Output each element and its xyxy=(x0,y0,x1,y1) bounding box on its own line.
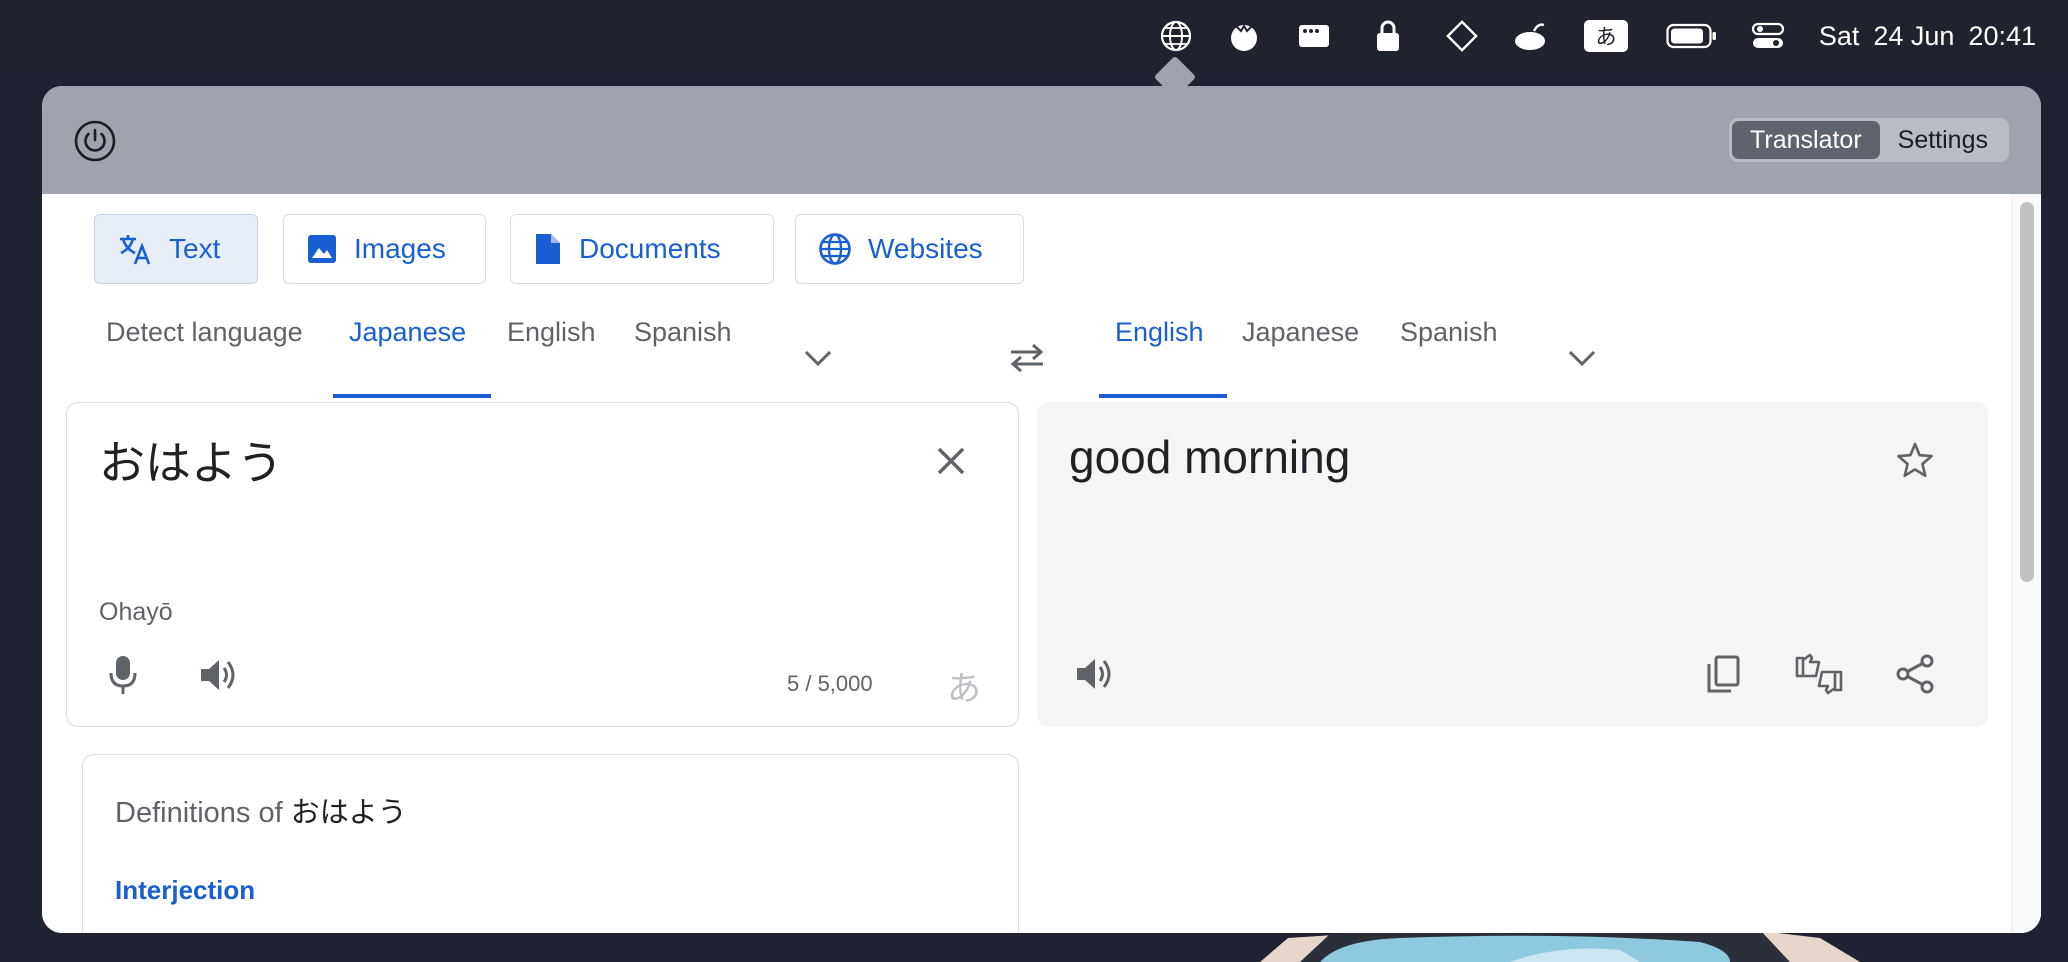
document-icon xyxy=(536,234,560,264)
definitions-title: Definitions of おはよう xyxy=(115,789,407,831)
translation-listen-button[interactable] xyxy=(1067,646,1123,702)
save-translation-button[interactable] xyxy=(1887,432,1943,488)
clock-time: 20:41 xyxy=(1968,21,2036,51)
clock-date: 24 Jun xyxy=(1873,21,1955,51)
target-lang-more-button[interactable] xyxy=(1560,336,1604,380)
scrollbar-thumb[interactable] xyxy=(2020,202,2034,582)
globe-icon xyxy=(819,233,851,265)
share-icon xyxy=(1896,654,1934,694)
definitions-word: おはよう xyxy=(290,795,407,829)
mode-images-label: Images xyxy=(354,233,446,264)
mode-documents-label: Documents xyxy=(579,233,721,264)
source-romanization: Ohayō xyxy=(99,598,173,626)
lock-icon[interactable] xyxy=(1368,16,1408,56)
battery-icon[interactable] xyxy=(1666,16,1718,56)
star-icon xyxy=(1897,442,1933,478)
close-icon xyxy=(937,447,965,475)
target-lang-spanish[interactable]: Spanish xyxy=(1400,312,1498,360)
source-lang-english[interactable]: English xyxy=(507,312,596,360)
source-lang-japanese[interactable]: Japanese xyxy=(349,312,466,360)
mode-documents-button[interactable]: Documents xyxy=(510,214,774,284)
target-lang-japanese[interactable]: Japanese xyxy=(1242,312,1359,360)
thumbs-feedback-icon xyxy=(1795,653,1843,695)
source-lang-detect[interactable]: Detect language xyxy=(106,312,303,360)
clock-day: Sat xyxy=(1818,21,1860,51)
power-icon xyxy=(74,120,116,162)
chevron-down-icon xyxy=(804,350,832,367)
mode-websites-label: Websites xyxy=(868,233,983,264)
microphone-button[interactable] xyxy=(95,647,151,703)
translate-icon xyxy=(120,235,151,265)
popover-header: Translator Settings xyxy=(42,86,2041,194)
swap-languages-button[interactable] xyxy=(1005,336,1049,380)
source-lang-spanish[interactable]: Spanish xyxy=(634,312,732,360)
tomato-icon[interactable] xyxy=(1224,16,1264,56)
mode-text-button[interactable]: Text xyxy=(94,214,258,284)
input-method-icon[interactable]: あ xyxy=(1584,16,1628,56)
share-translation-button[interactable] xyxy=(1887,646,1943,702)
translation-text: good morning xyxy=(1069,431,1351,483)
menu-bar-clock[interactable]: Sat 24 Jun 20:41 xyxy=(1819,18,2036,54)
definitions-card: Definitions of おはよう Interjection xyxy=(82,754,1019,933)
speaker-icon xyxy=(201,660,235,690)
copy-translation-button[interactable] xyxy=(1695,646,1751,702)
speaker-icon xyxy=(1077,659,1111,689)
menu-bar: あ Sat 24 Jun 20:41 xyxy=(0,0,2068,72)
tab-settings[interactable]: Settings xyxy=(1880,121,2006,159)
source-text-panel[interactable]: おはよう Ohayō 5 / 5,000 あ xyxy=(66,402,1019,727)
input-method-toggle[interactable]: あ xyxy=(947,661,981,710)
mode-text-label: Text xyxy=(169,233,221,264)
target-lang-english[interactable]: English xyxy=(1115,312,1204,360)
globe-icon[interactable] xyxy=(1156,16,1196,56)
copy-icon xyxy=(1707,655,1740,693)
cloud-icon[interactable] xyxy=(1510,16,1550,56)
source-text[interactable]: おはよう xyxy=(99,427,283,493)
microphone-icon xyxy=(109,656,137,694)
translator-content: Text Images Documents Websites Detect la… xyxy=(42,194,2041,933)
chevron-down-icon xyxy=(1568,350,1596,367)
content-scrollbar[interactable] xyxy=(2011,194,2041,933)
diamond-icon[interactable] xyxy=(1442,16,1482,56)
source-listen-button[interactable] xyxy=(191,647,247,703)
tab-translator[interactable]: Translator xyxy=(1732,121,1880,159)
input-method-glyph: あ xyxy=(1584,20,1628,52)
source-lang-more-button[interactable] xyxy=(796,336,840,380)
rate-translation-button[interactable] xyxy=(1791,646,1847,702)
header-segmented-control: Translator Settings xyxy=(1729,118,2009,162)
target-tab-indicator xyxy=(1099,394,1227,398)
translation-panel: good morning xyxy=(1037,402,1988,727)
part-of-speech: Interjection xyxy=(115,875,256,905)
clear-source-button[interactable] xyxy=(923,433,979,489)
definitions-title-prefix: Definitions of xyxy=(115,797,283,829)
image-icon xyxy=(308,235,336,263)
power-button[interactable] xyxy=(72,118,118,164)
mode-websites-button[interactable]: Websites xyxy=(795,214,1024,284)
source-tab-indicator xyxy=(333,394,491,398)
translator-popover: Translator Settings Text Images Document… xyxy=(42,86,2041,933)
window-icon[interactable] xyxy=(1294,16,1334,56)
swap-icon xyxy=(1010,343,1044,373)
character-count: 5 / 5,000 xyxy=(787,671,873,696)
control-center-icon[interactable] xyxy=(1748,16,1788,56)
mode-images-button[interactable]: Images xyxy=(283,214,486,284)
